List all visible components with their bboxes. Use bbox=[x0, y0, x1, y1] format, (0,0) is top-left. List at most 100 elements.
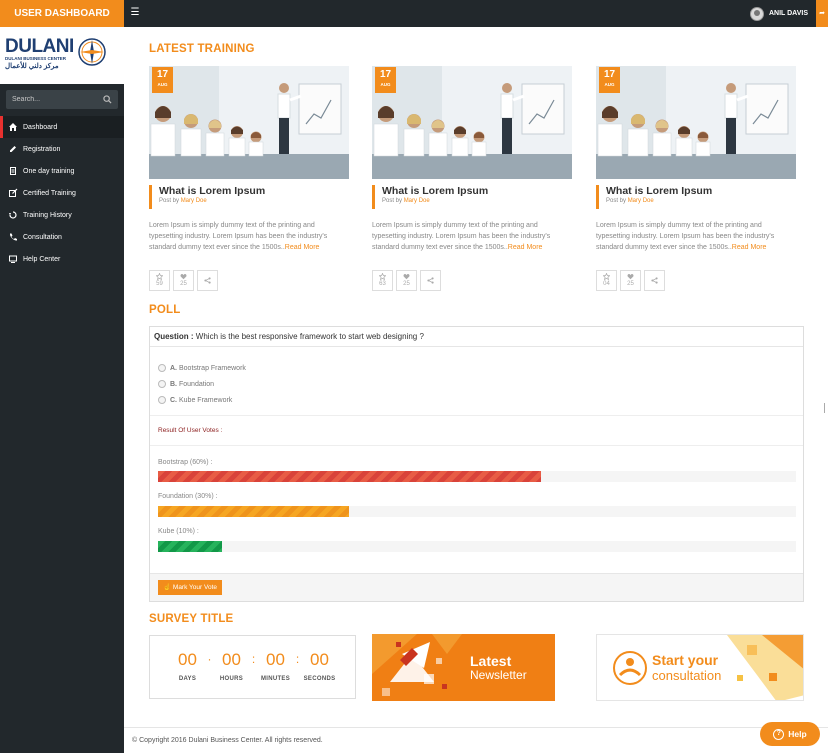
post-by-label: Post by bbox=[159, 198, 180, 204]
user-menu[interactable]: ANIL DAVIS bbox=[749, 0, 808, 27]
sidebar-item-help-center[interactable]: Help Center bbox=[0, 248, 124, 270]
newsletter-banner[interactable]: Latest Newsletter bbox=[372, 634, 555, 701]
card-byline: Post by Mary Doe bbox=[159, 198, 349, 204]
dashboard-brand[interactable]: USER DASHBOARD bbox=[0, 0, 124, 27]
share-button[interactable] bbox=[197, 270, 218, 291]
training-photo-illustration bbox=[149, 66, 349, 179]
option-letter: C. bbox=[170, 396, 177, 404]
help-button[interactable]: ? Help bbox=[760, 722, 820, 746]
search-input[interactable] bbox=[6, 90, 98, 109]
card-title[interactable]: What is Lorem Ipsum bbox=[159, 185, 349, 198]
logo[interactable]: DULANI DULANI BUSINESS CENTER مركز دلني … bbox=[0, 27, 124, 84]
like-button[interactable]: 25 bbox=[396, 270, 417, 291]
avatar bbox=[749, 6, 764, 21]
star-icon bbox=[156, 273, 163, 280]
copyright-text: © Copyright 2016 Dulani Business Center.… bbox=[132, 737, 323, 744]
result-bar-track bbox=[158, 471, 796, 482]
countdown-label: SECONDS bbox=[303, 676, 336, 682]
likes-count: 25 bbox=[627, 281, 634, 287]
radio-button[interactable] bbox=[158, 396, 166, 404]
sidebar-item-dashboard[interactable]: Dashboard bbox=[0, 116, 124, 138]
share-icon bbox=[204, 277, 211, 284]
star-button[interactable]: 04 bbox=[596, 270, 617, 291]
card-author[interactable]: Mary Doe bbox=[628, 198, 654, 204]
logout-icon[interactable]: ➦ bbox=[816, 0, 828, 27]
sidebar-item-label: Certified Training bbox=[23, 189, 76, 197]
countdown-row: 00 DAYS · 00 HOURS : 00 MINUTES : 00 SECONDS bbox=[150, 650, 357, 682]
card-heading: What is Lorem Ipsum Post by Mary Doe bbox=[596, 185, 796, 209]
training-photo[interactable]: 17 AUG bbox=[596, 66, 796, 179]
like-button[interactable]: 25 bbox=[173, 270, 194, 291]
date-day: 17 bbox=[379, 69, 392, 80]
training-photo[interactable]: 17 AUG bbox=[149, 66, 349, 179]
mark-vote-button[interactable]: ☝ Mark Your Vote bbox=[158, 580, 222, 595]
consultation-banner[interactable]: Start your consultation bbox=[596, 634, 804, 701]
consultation-subtitle: consultation bbox=[652, 668, 722, 683]
card-byline: Post by Mary Doe bbox=[606, 198, 796, 204]
card-actions: 63 25 bbox=[372, 270, 572, 291]
result-bar-track bbox=[158, 541, 796, 552]
history-icon bbox=[9, 211, 17, 219]
phone-icon bbox=[9, 233, 17, 241]
share-button[interactable] bbox=[420, 270, 441, 291]
poll-option[interactable]: A. Bootstrap Framework bbox=[158, 360, 246, 376]
star-button[interactable]: 59 bbox=[149, 270, 170, 291]
poll-option[interactable]: C. Kube Framework bbox=[158, 392, 246, 408]
post-by-label: Post by bbox=[606, 198, 627, 204]
sidebar-item-registration[interactable]: Registration bbox=[0, 138, 124, 160]
sidebar-item-label: Help Center bbox=[23, 255, 61, 263]
survey-title: SURVEY TITLE bbox=[149, 613, 234, 625]
newsletter-graphic bbox=[372, 634, 462, 696]
sidebar-item-label: Registration bbox=[23, 145, 61, 153]
countdown-value: 00 bbox=[178, 650, 197, 669]
date-badge: 17 AUG bbox=[152, 67, 173, 93]
share-button[interactable] bbox=[644, 270, 665, 291]
result-bar-label: Kube (10%) : bbox=[158, 528, 199, 535]
card-author[interactable]: Mary Doe bbox=[181, 198, 207, 204]
divider bbox=[150, 445, 803, 446]
question-label: Question : bbox=[154, 332, 194, 341]
logo-text: DULANI bbox=[5, 36, 74, 57]
search-icon[interactable] bbox=[103, 95, 112, 104]
star-button[interactable]: 63 bbox=[372, 270, 393, 291]
home-icon bbox=[9, 123, 17, 131]
poll-options: A. Bootstrap Framework B. Foundation C. Kub… bbox=[158, 360, 246, 408]
sidebar-item-one-day-training[interactable]: One day training bbox=[0, 160, 124, 182]
result-bar-foundation bbox=[158, 506, 350, 517]
radio-button[interactable] bbox=[158, 380, 166, 388]
training-card: 17 AUG What is Lorem Ipsum Post by Mary … bbox=[372, 66, 572, 291]
like-button[interactable]: 25 bbox=[620, 270, 641, 291]
option-label: Bootstrap Framework bbox=[179, 364, 246, 372]
training-photo[interactable]: 17 AUG bbox=[372, 66, 572, 179]
countdown-label: DAYS bbox=[178, 676, 197, 682]
date-badge: 17 AUG bbox=[599, 67, 620, 93]
latest-training-title: LATEST TRAINING bbox=[149, 43, 255, 55]
option-letter: B. bbox=[170, 380, 177, 388]
read-more-link[interactable]: Read More bbox=[508, 244, 543, 251]
consultation-title: Start your bbox=[652, 652, 719, 668]
views-count: 04 bbox=[603, 281, 610, 287]
sidebar-item-consultation[interactable]: Consultation bbox=[0, 226, 124, 248]
question-circle-icon: ? bbox=[773, 728, 785, 740]
card-title[interactable]: What is Lorem Ipsum bbox=[606, 185, 796, 198]
training-photo-illustration bbox=[596, 66, 796, 179]
read-more-link[interactable]: Read More bbox=[732, 244, 767, 251]
card-author[interactable]: Mary Doe bbox=[404, 198, 430, 204]
sidebar: DULANI DULANI BUSINESS CENTER مركز دلني … bbox=[0, 27, 124, 753]
star-icon bbox=[379, 273, 386, 280]
logo-arabic: مركز دلني للأعمال bbox=[5, 63, 59, 70]
countdown-value: 00 bbox=[222, 650, 241, 669]
read-more-link[interactable]: Read More bbox=[285, 244, 320, 251]
search-box bbox=[6, 90, 118, 109]
radio-button[interactable] bbox=[158, 364, 166, 372]
poll-footer: ☝ Mark Your Vote bbox=[150, 573, 803, 601]
sidebar-item-certified-training[interactable]: Certified Training bbox=[0, 182, 124, 204]
card-title[interactable]: What is Lorem Ipsum bbox=[382, 185, 572, 198]
vote-button-label: Mark Your Vote bbox=[172, 584, 217, 591]
document-icon bbox=[10, 167, 16, 175]
poll-option[interactable]: B. Foundation bbox=[158, 376, 246, 392]
menu-toggle-icon[interactable]: ☰ bbox=[128, 6, 142, 20]
option-letter: A. bbox=[170, 364, 177, 372]
sidebar-item-training-history[interactable]: Training History bbox=[0, 204, 124, 226]
newsletter-title: Latest bbox=[470, 653, 512, 669]
